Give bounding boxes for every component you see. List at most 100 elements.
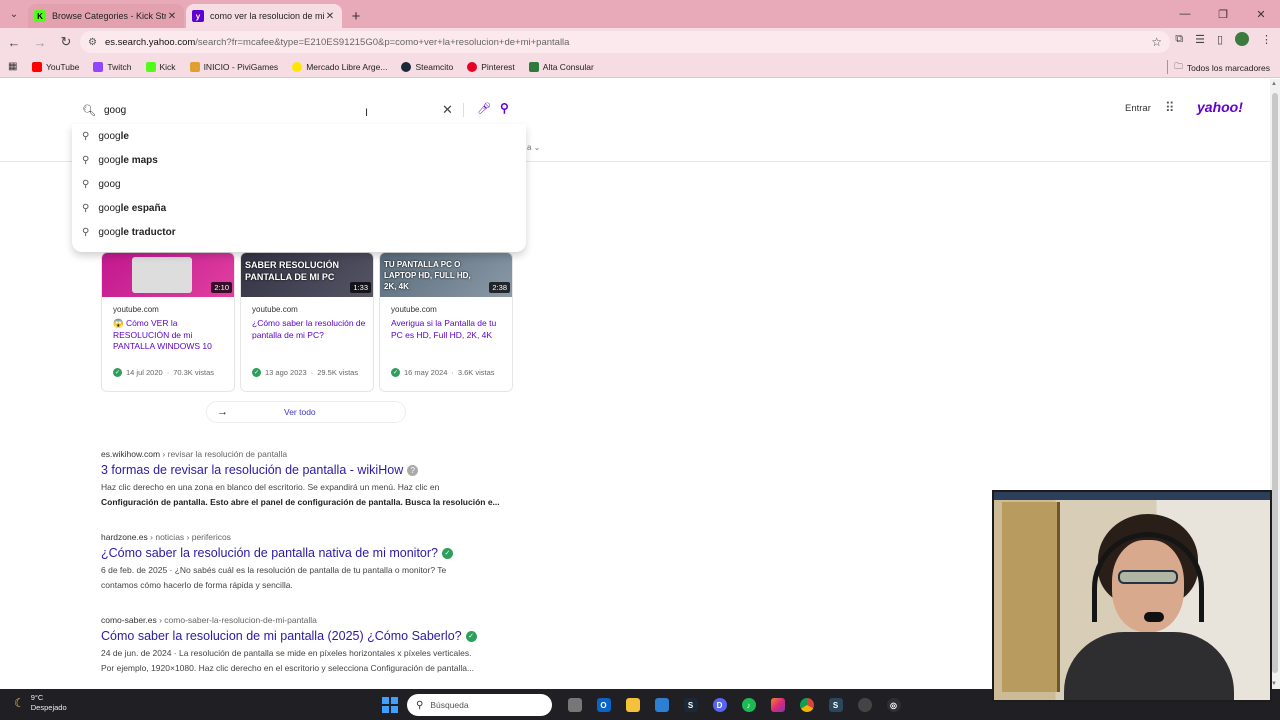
suggestion-item[interactable]: ⚲ goog le [72, 124, 526, 148]
search-input[interactable] [103, 104, 404, 116]
kick-icon [145, 61, 156, 72]
scroll-up-icon[interactable]: ▲ [1271, 81, 1277, 87]
help-icon[interactable]: ? [407, 464, 419, 476]
apps-grid-icon[interactable]: ▦ [8, 61, 20, 72]
filter-dropdown-icon[interactable]: a ⌄ [527, 143, 540, 152]
bookmark-mercadolibre[interactable]: Mercado Libre Arge... [292, 61, 387, 72]
mercadolibre-icon [292, 61, 303, 72]
app-circle-icon[interactable] [850, 694, 879, 716]
start-button[interactable] [382, 697, 398, 713]
menu-icon[interactable]: ⋮ [1261, 33, 1272, 46]
store-icon[interactable] [647, 694, 676, 716]
steam-alt-icon[interactable]: S [821, 694, 850, 716]
search-suggestions: ⚲ goog le ⚲ goog le maps ⚲ goog ⚲ goog le españ… [72, 124, 526, 252]
search-result: es.wikihow.com › revisar la resolución d… [101, 449, 521, 510]
suggestion-item[interactable]: ⚲ goog le españa [72, 196, 526, 220]
bookmark-star-icon[interactable]: ☆ [1151, 35, 1162, 49]
spotify-icon[interactable]: ♪ [734, 694, 763, 716]
all-bookmarks-folder[interactable]: 🗀 Todos los marcadores [1174, 61, 1270, 75]
bookmark-pinterest[interactable]: Pinterest [467, 61, 515, 72]
bookmark-pivigames[interactable]: INICIO - PiviGames [189, 61, 278, 72]
forward-icon[interactable]: → [28, 30, 52, 54]
bookmark-steamcito[interactable]: Steamcito [401, 61, 453, 72]
task-view-icon[interactable] [560, 694, 589, 716]
search-submit-icon[interactable]: ⚲ [500, 101, 509, 115]
result-title[interactable]: 3 formas de revisar la resolución de pan… [101, 463, 521, 477]
steam-icon[interactable]: S [676, 694, 705, 716]
search-icon: ⚲ [82, 202, 90, 214]
search-icon: 🔍︎ [82, 104, 96, 117]
clear-icon[interactable]: ✕ [442, 102, 453, 118]
bookmark-kick[interactable]: Kick [145, 61, 176, 72]
result-title[interactable]: Cómo saber la resolucion de mi pantalla … [101, 629, 521, 643]
video-thumbnail[interactable]: TU PANTALLA PC O LAPTOP HD, FULL HD, 2K,… [380, 253, 512, 297]
obs-icon[interactable]: ◎ [879, 694, 908, 716]
instagram-icon[interactable] [763, 694, 792, 716]
video-title[interactable]: ¿Cómo saber la resolución de pantalla de… [252, 318, 368, 341]
new-tab-button[interactable]: + [344, 4, 368, 28]
result-url[interactable]: como-saber.es › como-saber-la-resolucion… [101, 615, 521, 625]
verified-icon: ✓ [465, 630, 477, 642]
video-card[interactable]: 2:10 youtube.com 😱 Cómo VER la RESOLUCIÓ… [101, 252, 235, 392]
chrome-icon[interactable] [792, 694, 821, 716]
twitch-icon [93, 61, 104, 72]
bookmark-alta-consular[interactable]: Alta Consular [528, 61, 594, 72]
sidepanel-icon[interactable]: ▯ [1217, 33, 1223, 46]
bookmarks-bar: ▦ YouTube Twitch Kick INICIO - PiviGames… [0, 56, 1280, 78]
restore-icon[interactable]: ❐ [1204, 0, 1242, 28]
video-meta: ✓ 13 ago 2023 · 29.5K vistas [252, 368, 359, 377]
minimize-icon[interactable]: — [1166, 0, 1204, 28]
video-title[interactable]: 😱 Cómo VER la RESOLUCIÓN de mi PANTALLA … [113, 318, 229, 353]
close-window-icon[interactable]: ✕ [1242, 0, 1280, 28]
video-card[interactable]: SABER RESOLUCIÓN PANTALLA DE MI PC 1:33 … [240, 252, 374, 392]
window-controls: — ❐ ✕ [1166, 0, 1280, 28]
sign-in-link[interactable]: Entrar [1125, 103, 1151, 114]
toolbar-actions: ⧉ ☰ ▯ ⋮ [1175, 32, 1272, 46]
pinterest-icon [467, 61, 478, 72]
video-card[interactable]: TU PANTALLA PC O LAPTOP HD, FULL HD, 2K,… [379, 252, 513, 392]
microphone-icon[interactable]: 🎤︎ [477, 102, 491, 115]
video-thumbnail-text: SABER RESOLUCIÓN PANTALLA DE MI PC [245, 260, 340, 282]
result-url[interactable]: hardzone.es › noticias › perifericos [101, 532, 521, 542]
back-icon[interactable]: ← [2, 30, 26, 54]
extensions-icon[interactable]: ⧉ [1175, 33, 1183, 46]
bookmark-youtube[interactable]: YouTube [32, 61, 79, 72]
reload-icon[interactable]: ↻ [54, 30, 78, 54]
video-meta: ✓ 16 may 2024 · 3.6K vistas [391, 368, 495, 377]
suggestion-item[interactable]: ⚲ goog le traductor [72, 220, 526, 244]
close-tab-icon[interactable]: ✕ [324, 11, 336, 22]
video-title[interactable]: Averigua si la Pantalla de tu PC es HD, … [391, 318, 507, 341]
video-thumbnail[interactable]: 2:10 [102, 253, 234, 297]
result-title[interactable]: ¿Cómo saber la resolución de pantalla na… [101, 546, 521, 560]
media-controls-icon[interactable]: ☰ [1195, 33, 1205, 46]
discord-icon[interactable]: D [705, 694, 734, 716]
video-source: youtube.com [113, 305, 159, 314]
tab-yahoo[interactable]: y como ver la resolucion de mi p ✕ [186, 4, 342, 28]
video-thumbnail[interactable]: SABER RESOLUCIÓN PANTALLA DE MI PC 1:33 [241, 253, 373, 297]
close-tab-icon[interactable]: ✕ [166, 11, 178, 22]
apps-grid-icon[interactable]: ⠿ [1165, 100, 1174, 116]
youtube-icon [32, 61, 42, 72]
yahoo-logo[interactable]: yahoo! [1197, 99, 1243, 115]
arrow-right-icon: → [217, 406, 228, 418]
site-info-icon[interactable]: ⚙ [88, 37, 97, 48]
suggestion-item[interactable]: ⚲ goog [72, 172, 526, 196]
search-result: hardzone.es › noticias › perifericos ¿Có… [101, 532, 521, 593]
video-source: youtube.com [252, 305, 298, 314]
tab-bar: ⌄ K Browse Categories - Kick Strea ✕ y c… [0, 0, 1280, 28]
weather-widget[interactable]: ☾ 9°C Despejado [14, 693, 67, 713]
tab-kick[interactable]: K Browse Categories - Kick Strea ✕ [28, 4, 184, 28]
profile-avatar[interactable] [1235, 32, 1249, 46]
bookmark-twitch[interactable]: Twitch [93, 61, 132, 72]
suggestion-item[interactable]: ⚲ goog le maps [72, 148, 526, 172]
result-url[interactable]: es.wikihow.com › revisar la resolución d… [101, 449, 521, 459]
see-all-videos-button[interactable]: → Ver todo [206, 401, 406, 423]
tab-search-icon[interactable]: ⌄ [0, 0, 28, 28]
video-source: youtube.com [391, 305, 437, 314]
scrollbar-thumb[interactable] [1272, 93, 1278, 673]
taskbar-search[interactable]: ⚲ Búsqueda [407, 694, 552, 716]
search-icon: ⚲ [82, 226, 90, 238]
file-explorer-icon[interactable] [618, 694, 647, 716]
address-bar[interactable]: ⚙ es.search.yahoo.com/search?fr=mcafee&t… [80, 31, 1170, 53]
outlook-icon[interactable]: O [589, 694, 618, 716]
